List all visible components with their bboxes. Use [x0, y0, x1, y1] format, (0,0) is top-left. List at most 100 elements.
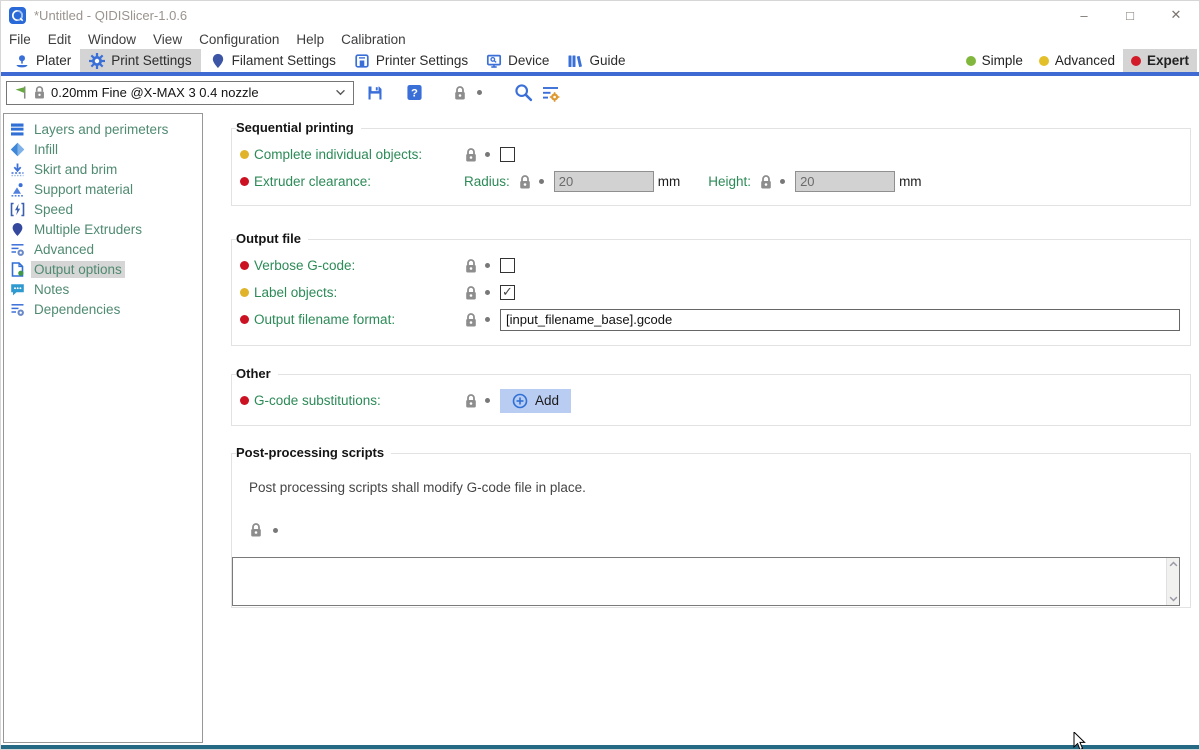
sidebar-item-support-material[interactable]: Support material [4, 179, 202, 199]
sidebar-item-layers-and-perimeters[interactable]: Layers and perimeters [4, 119, 202, 139]
plater-icon [14, 53, 30, 69]
mode-dot-icon [240, 177, 249, 186]
mode-label: Advanced [1055, 53, 1115, 68]
svg-text:?: ? [411, 88, 418, 100]
tab-printer-settings[interactable]: Printer Settings [345, 49, 477, 72]
option-row-verbose-gcode: Verbose G-code: [232, 252, 1190, 279]
menu-help[interactable]: Help [296, 32, 324, 47]
sidebar-item-speed[interactable]: Speed [4, 199, 202, 219]
tab-plater[interactable]: Plater [5, 49, 80, 72]
menu-calibration[interactable]: Calibration [341, 32, 406, 47]
multiple-extruders-icon [10, 222, 25, 237]
scroll-down-icon[interactable] [1169, 596, 1178, 602]
option-label: Complete individual objects: [254, 147, 464, 162]
lock-icon[interactable] [249, 522, 263, 538]
preset-combobox[interactable]: 0.20mm Fine @X-MAX 3 0.4 nozzle [6, 81, 354, 105]
help-button[interactable]: ? [406, 80, 423, 106]
label-objects-checkbox[interactable] [500, 285, 515, 300]
lock-toggle-button[interactable] [453, 80, 467, 106]
section-title: Other [236, 366, 278, 381]
output-options-icon [10, 262, 25, 277]
output-filename-format-input[interactable] [500, 309, 1180, 331]
search-button[interactable] [514, 80, 533, 106]
chevron-down-icon[interactable] [335, 89, 346, 96]
sidebar-item-output-options[interactable]: Output options [4, 259, 202, 279]
compare-settings-icon [541, 84, 560, 102]
lock-icon[interactable] [464, 147, 478, 163]
mode-simple[interactable]: Simple [958, 49, 1031, 72]
menu-window[interactable]: Window [88, 32, 136, 47]
minimize-button[interactable]: – [1061, 1, 1107, 29]
bullet-dot-icon [485, 290, 490, 295]
sidebar-item-multiple-extruders[interactable]: Multiple Extruders [4, 219, 202, 239]
add-substitution-button[interactable]: Add [500, 389, 571, 413]
mode-expert[interactable]: Expert [1123, 49, 1197, 72]
sidebar-item-dependencies[interactable]: Dependencies [4, 299, 202, 319]
qidislicer-logo-icon [9, 7, 26, 24]
post-processing-lock-row [249, 522, 1190, 538]
tab-print-settings[interactable]: Print Settings [80, 49, 200, 72]
sidebar-item-notes[interactable]: Notes [4, 279, 202, 299]
notes-icon [10, 282, 25, 297]
speed-icon [10, 202, 25, 217]
lock-icon[interactable] [464, 393, 478, 409]
textarea-scrollbar[interactable] [1166, 558, 1179, 605]
mode-dot-icon [240, 150, 249, 159]
scroll-up-icon[interactable] [1169, 561, 1178, 567]
mode-advanced[interactable]: Advanced [1031, 49, 1123, 72]
section-post-processing-scripts: Post-processing scripts Post processing … [231, 453, 1191, 608]
lock-icon[interactable] [464, 312, 478, 328]
save-icon [366, 84, 384, 102]
tab-guide[interactable]: Guide [558, 49, 634, 72]
complete-individual-objects-checkbox[interactable] [500, 147, 515, 162]
maximize-button[interactable]: □ [1107, 1, 1153, 29]
tab-label: Filament Settings [232, 53, 336, 68]
bullet-dot-icon [273, 528, 278, 533]
settings-sidebar: Layers and perimeters Infill Skirt and b… [3, 113, 203, 743]
post-processing-scripts-textarea[interactable] [233, 558, 1166, 605]
gear-icon [89, 53, 105, 69]
layers-icon [10, 122, 25, 137]
lock-icon [33, 85, 46, 100]
lock-icon[interactable] [464, 258, 478, 274]
bullet-dot-icon [485, 398, 490, 403]
sidebar-item-infill[interactable]: Infill [4, 139, 202, 159]
option-label: Output filename format: [254, 312, 464, 327]
menu-file[interactable]: File [9, 32, 31, 47]
height-label: Height: [708, 174, 751, 189]
bottom-accent-bar [1, 745, 1199, 749]
lock-icon[interactable] [464, 285, 478, 301]
search-icon [514, 83, 533, 102]
option-row-complete-individual-objects: Complete individual objects: [232, 141, 1190, 168]
sidebar-item-skirt-and-brim[interactable]: Skirt and brim [4, 159, 202, 179]
close-button[interactable]: ✕ [1153, 1, 1199, 29]
lock-icon[interactable] [759, 174, 773, 190]
advanced-dot-icon [1039, 56, 1049, 66]
bullet-dot-icon [780, 179, 785, 184]
preset-toolbar: 0.20mm Fine @X-MAX 3 0.4 nozzle ? [1, 76, 1199, 109]
dependencies-icon [10, 302, 25, 317]
menu-configuration[interactable]: Configuration [199, 32, 279, 47]
device-icon [486, 53, 502, 69]
add-button-label: Add [535, 393, 559, 408]
infill-icon [10, 142, 25, 157]
add-circle-icon [512, 393, 528, 409]
option-row-extruder-clearance: Extruder clearance: Radius: mm Height: m… [232, 168, 1190, 195]
tab-device[interactable]: Device [477, 49, 558, 72]
compare-settings-button[interactable] [541, 80, 560, 106]
menu-view[interactable]: View [153, 32, 182, 47]
verbose-gcode-checkbox[interactable] [500, 258, 515, 273]
tab-filament-settings[interactable]: Filament Settings [201, 49, 345, 72]
mode-dot-icon [240, 396, 249, 405]
option-label: G-code substitutions: [254, 393, 464, 408]
window-title: *Untitled - QIDISlicer-1.0.6 [34, 8, 187, 23]
menu-edit[interactable]: Edit [48, 32, 71, 47]
save-preset-button[interactable] [366, 80, 384, 106]
tab-label: Device [508, 53, 549, 68]
lock-icon[interactable] [518, 174, 532, 190]
guide-icon [567, 53, 583, 69]
support-material-icon [10, 182, 25, 197]
menu-bar: File Edit Window View Configuration Help… [1, 29, 1199, 49]
sidebar-item-advanced[interactable]: Advanced [4, 239, 202, 259]
post-processing-note: Post processing scripts shall modify G-c… [249, 480, 1190, 495]
